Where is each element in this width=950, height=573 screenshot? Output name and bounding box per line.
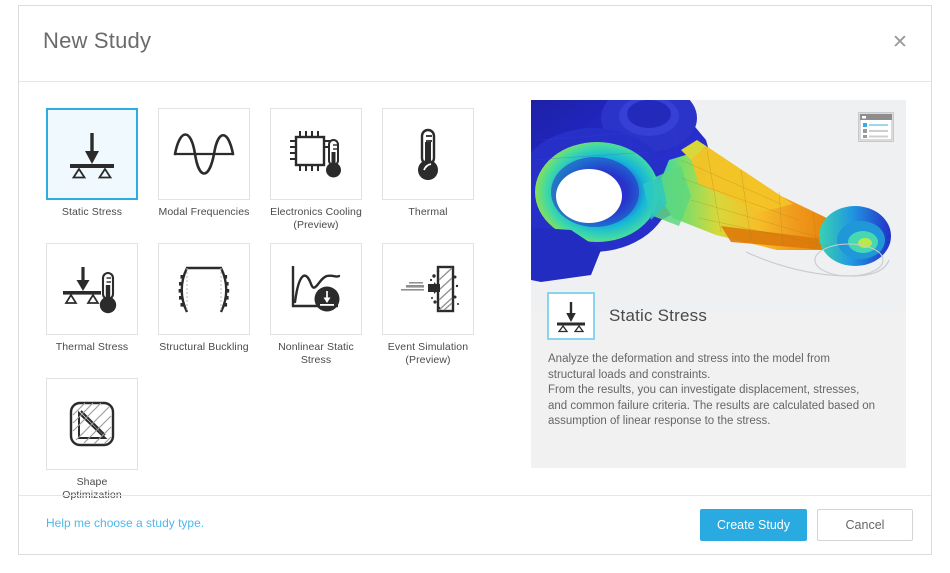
results-panel-icon[interactable]: [858, 112, 894, 142]
dialog-footer: Help me choose a study type. Create Stud…: [19, 495, 931, 555]
beam-thermometer-icon: [46, 243, 138, 335]
dialog-body: Static Stress Modal Frequencies Electron…: [19, 82, 931, 501]
preview-description: Analyze the deformation and stress into …: [548, 352, 890, 430]
study-type-card-nonlinear-static-stress[interactable]: Nonlinear Static Stress: [270, 243, 362, 366]
chip-thermometer-icon: [270, 108, 362, 200]
study-type-card-shape-optimization[interactable]: Shape Optimization: [46, 378, 138, 501]
beam-load-icon: [547, 292, 595, 340]
study-type-label: Structural Buckling: [159, 341, 249, 353]
cancel-button[interactable]: Cancel: [817, 509, 913, 541]
study-type-label: Thermal Stress: [55, 341, 129, 353]
study-type-label: Thermal: [408, 206, 448, 218]
preview-stress-render: [531, 100, 906, 312]
description-line: assumption of linear response to the str…: [548, 415, 771, 427]
study-type-card-structural-buckling[interactable]: Structural Buckling: [158, 243, 250, 354]
study-type-card-electronics-cooling[interactable]: Electronics Cooling (Preview): [270, 108, 362, 231]
preview-heading: Static Stress: [547, 292, 707, 340]
preview-title: Static Stress: [609, 306, 708, 325]
study-type-label: Static Stress: [61, 206, 123, 218]
help-choose-study-link[interactable]: Help me choose a study type.: [46, 516, 204, 530]
description-line: Analyze the deformation and stress into …: [548, 353, 830, 365]
create-study-button[interactable]: Create Study: [700, 509, 807, 541]
study-type-card-event-simulation[interactable]: Event Simulation (Preview): [382, 243, 474, 366]
buckling-icon: [158, 243, 250, 335]
study-type-card-static-stress[interactable]: Static Stress: [46, 108, 138, 219]
study-type-label: Event Simulation (Preview): [387, 341, 469, 366]
study-preview-panel: Static Stress Analyze the deformation an…: [531, 100, 906, 468]
study-type-card-modal-frequencies[interactable]: Modal Frequencies: [158, 108, 250, 219]
study-type-label: Modal Frequencies: [158, 206, 250, 218]
description-line: and common failure criteria. The results…: [548, 399, 876, 412]
new-study-dialog: New Study ✕ Static Stress Modal Frequenc…: [18, 5, 932, 555]
study-type-label: Electronics Cooling (Preview): [270, 206, 362, 231]
description-line: From the results, you can investigate di…: [548, 384, 860, 396]
study-type-card-thermal-stress[interactable]: Thermal Stress: [46, 243, 138, 354]
sine-wave-icon: [158, 108, 250, 200]
footer-buttons: Create Study Cancel: [700, 509, 913, 541]
impact-icon: [382, 243, 474, 335]
dialog-header: New Study ✕: [19, 6, 931, 82]
close-icon[interactable]: ✕: [885, 28, 915, 58]
study-type-card-thermal[interactable]: Thermal: [382, 108, 474, 219]
thermometer-icon: [382, 108, 474, 200]
description-line: structural loads and constraints.: [548, 368, 711, 381]
shape-optimization-icon: [46, 378, 138, 470]
study-type-label: Nonlinear Static Stress: [278, 341, 354, 366]
nonlinear-curve-icon: [270, 243, 362, 335]
dialog-title: New Study: [43, 28, 152, 53]
beam-load-icon: [46, 108, 138, 200]
